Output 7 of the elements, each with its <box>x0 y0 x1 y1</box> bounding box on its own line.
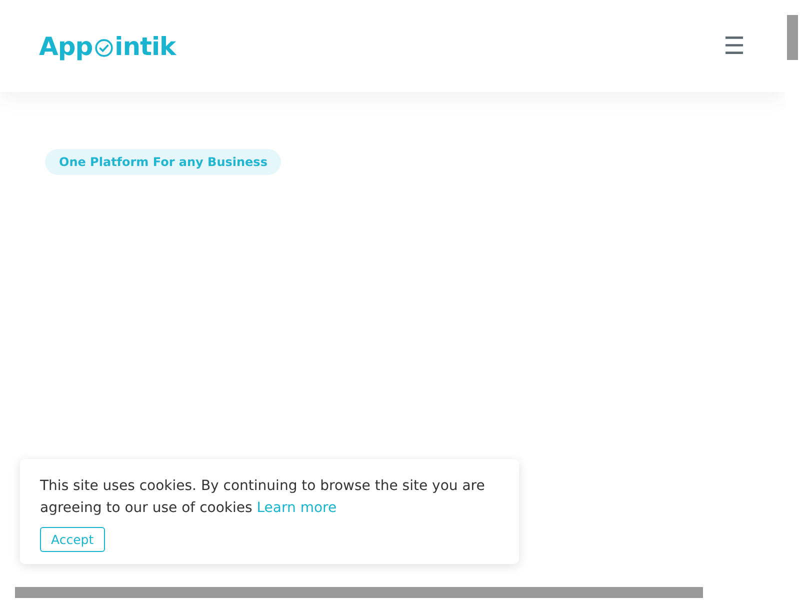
check-circle-icon <box>94 38 114 58</box>
logo[interactable]: App intik <box>39 32 176 60</box>
learn-more-link[interactable]: Learn more <box>256 500 337 516</box>
cookie-message: This site uses cookies. By continuing to browse the site you are agreeing to our use of cookies Learn more <box>40 477 486 518</box>
tagline-badge: One Platform For any Business <box>45 149 282 175</box>
accept-button[interactable]: Accept <box>40 527 105 552</box>
menu-button[interactable]: ☰ <box>723 34 745 58</box>
